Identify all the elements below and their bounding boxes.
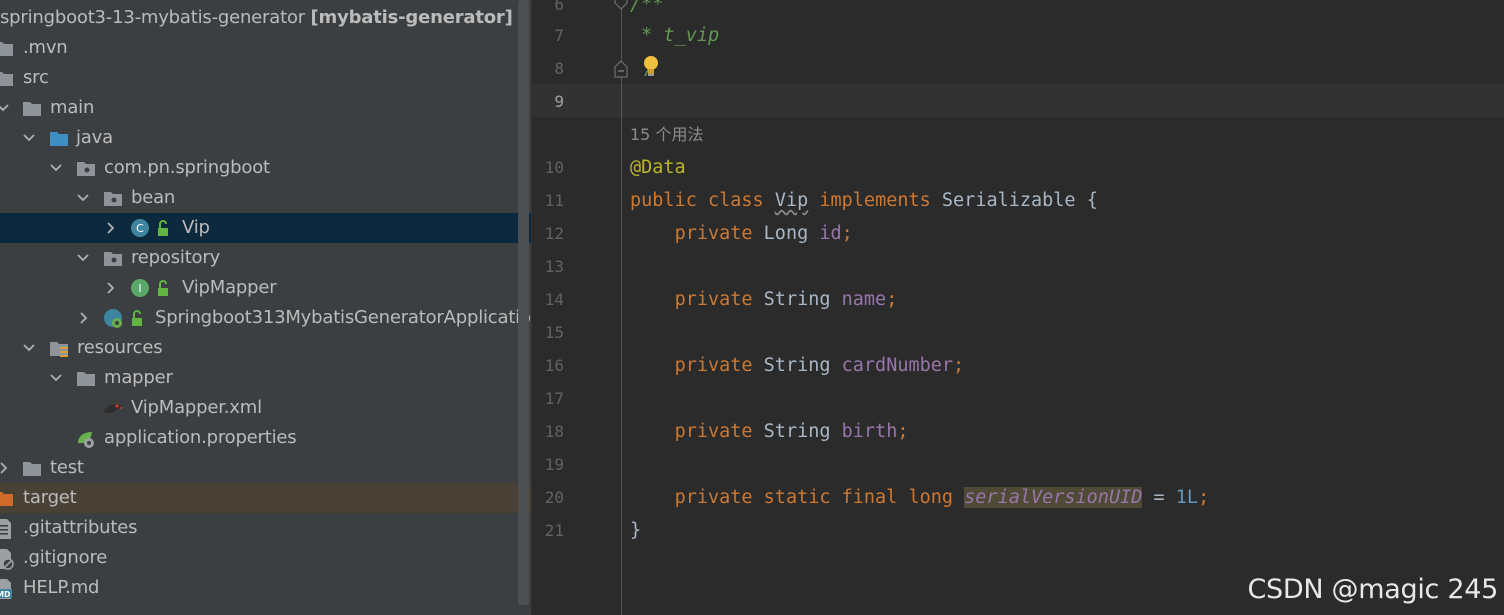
- source-folder-icon: [50, 132, 68, 146]
- line-number: 19: [544, 455, 564, 474]
- tree-item-mapper-folder[interactable]: mapper: [0, 363, 531, 393]
- tree-item-package[interactable]: com.pn.springboot: [0, 153, 531, 183]
- excluded-folder-icon: [0, 492, 13, 506]
- tree-item-application-class[interactable]: Springboot313MybatisGeneratorApplicatio: [0, 303, 531, 333]
- unlock-icon: [158, 220, 168, 236]
- resources-folder-icon: [50, 342, 68, 357]
- code-line-21: }: [630, 520, 642, 541]
- chevron-right-icon[interactable]: [76, 303, 90, 333]
- line-number: 21: [544, 521, 564, 540]
- line-number: 7: [554, 26, 564, 45]
- code-line-10: @Data: [630, 157, 686, 178]
- tree-scrollbar[interactable]: [518, 0, 529, 605]
- chevron-down-icon[interactable]: [49, 363, 63, 393]
- tree-item-help-md[interactable]: MD HELP.md: [0, 573, 531, 603]
- tree-item-bean[interactable]: bean: [0, 183, 531, 213]
- folder-icon: [23, 102, 41, 116]
- class-icon: C: [131, 219, 149, 237]
- chevron-down-icon[interactable]: [76, 183, 90, 213]
- line-number: 13: [544, 257, 564, 276]
- line-number: 20: [544, 488, 564, 507]
- line-number: 12: [544, 224, 564, 243]
- tree-item-gitignore[interactable]: .gitignore: [0, 543, 531, 573]
- ignore-file-icon: [0, 549, 14, 570]
- tree-item-vipmapper-xml[interactable]: VipMapper.xml: [0, 393, 531, 423]
- svg-text:I: I: [138, 282, 141, 295]
- package-icon: [104, 192, 122, 206]
- tree-item-resources[interactable]: resources: [0, 333, 531, 363]
- line-number: 8: [554, 59, 564, 78]
- line-number: 10: [544, 158, 564, 177]
- tree-item-target[interactable]: target: [0, 483, 531, 513]
- tree-item-mvn[interactable]: .mvn: [0, 33, 531, 63]
- code-line-18: private String birth;: [674, 421, 909, 442]
- tree-root[interactable]: springboot3-13-mybatis-generator [mybati…: [0, 3, 531, 33]
- code-line-6: /**: [630, 0, 664, 15]
- folder-icon: [0, 42, 13, 56]
- interface-icon: I: [131, 279, 149, 297]
- spring-boot-class-icon: [104, 309, 122, 328]
- tree-item-application-properties[interactable]: application.properties: [0, 423, 531, 453]
- tree-item-src[interactable]: src: [0, 63, 531, 93]
- line-number: 11: [544, 191, 564, 210]
- fold-marker-icon[interactable]: [614, 0, 628, 12]
- chevron-down-icon[interactable]: [22, 123, 36, 153]
- folder-icon: [0, 72, 13, 86]
- tree-item-repository[interactable]: repository: [0, 243, 531, 273]
- chevron-down-icon[interactable]: [49, 153, 63, 183]
- code-line-12: private Long id;: [674, 223, 853, 244]
- project-tree-panel: springboot3-13-mybatis-generator [mybati…: [0, 0, 531, 615]
- chevron-right-icon[interactable]: [103, 273, 117, 303]
- tree-item-vip[interactable]: C Vip: [0, 213, 531, 243]
- usages-hint[interactable]: 15 个用法: [630, 118, 703, 151]
- markdown-file-icon: MD: [0, 579, 12, 599]
- class-name[interactable]: Vip: [775, 190, 808, 211]
- line-number: 17: [544, 389, 564, 408]
- tree-item-gitattributes[interactable]: .gitattributes: [0, 513, 531, 543]
- line-number: 14: [544, 290, 564, 309]
- svg-text:MD: MD: [0, 590, 10, 599]
- svg-text:C: C: [136, 222, 144, 235]
- code-line-16: private String cardNumber;: [674, 355, 965, 376]
- tree-item-vipmapper[interactable]: I VipMapper: [0, 273, 531, 303]
- code-line-11: public class Vip implements Serializable…: [630, 190, 1098, 211]
- code-line-14: private String name;: [674, 289, 898, 310]
- watermark: CSDN @magic 245: [1247, 574, 1498, 605]
- tree-item-main[interactable]: main: [0, 93, 531, 123]
- text-file-icon: [0, 519, 11, 539]
- chevron-down-icon[interactable]: [22, 333, 36, 363]
- code-editor[interactable]: 6 7 8 9 10 11 12 13 14 15 16 17 18 19 20…: [532, 0, 1504, 615]
- chevron-right-icon[interactable]: [103, 213, 117, 243]
- code-line-7: * t_vip: [630, 25, 720, 46]
- unlock-icon: [132, 310, 142, 326]
- chevron-right-icon[interactable]: [0, 453, 10, 483]
- chevron-down-icon[interactable]: [76, 243, 90, 273]
- lightbulb-icon[interactable]: [642, 54, 662, 78]
- chevron-down-icon[interactable]: [0, 93, 10, 123]
- unlock-icon: [158, 280, 168, 296]
- tree-item-test[interactable]: test: [0, 453, 531, 483]
- package-icon: [77, 162, 95, 176]
- line-number: 18: [544, 422, 564, 441]
- mybatis-bird-icon: [104, 404, 123, 414]
- line-number: 16: [544, 356, 564, 375]
- line-number: 15: [544, 323, 564, 342]
- tree-root-label: springboot3-13-mybatis-generator [mybati…: [0, 7, 513, 28]
- code-line-20: private static final long serialVersionU…: [674, 487, 1210, 508]
- folder-icon: [23, 462, 41, 476]
- package-icon: [104, 252, 122, 266]
- folder-icon: [77, 372, 95, 386]
- spring-properties-icon: [78, 432, 94, 448]
- line-number: 9: [554, 92, 564, 111]
- gutter-separator: [621, 0, 622, 615]
- line-number: 6: [554, 0, 564, 14]
- fold-end-marker-icon[interactable]: [614, 58, 628, 78]
- tree-item-java[interactable]: java: [0, 123, 531, 153]
- current-line-highlight: [532, 84, 1504, 117]
